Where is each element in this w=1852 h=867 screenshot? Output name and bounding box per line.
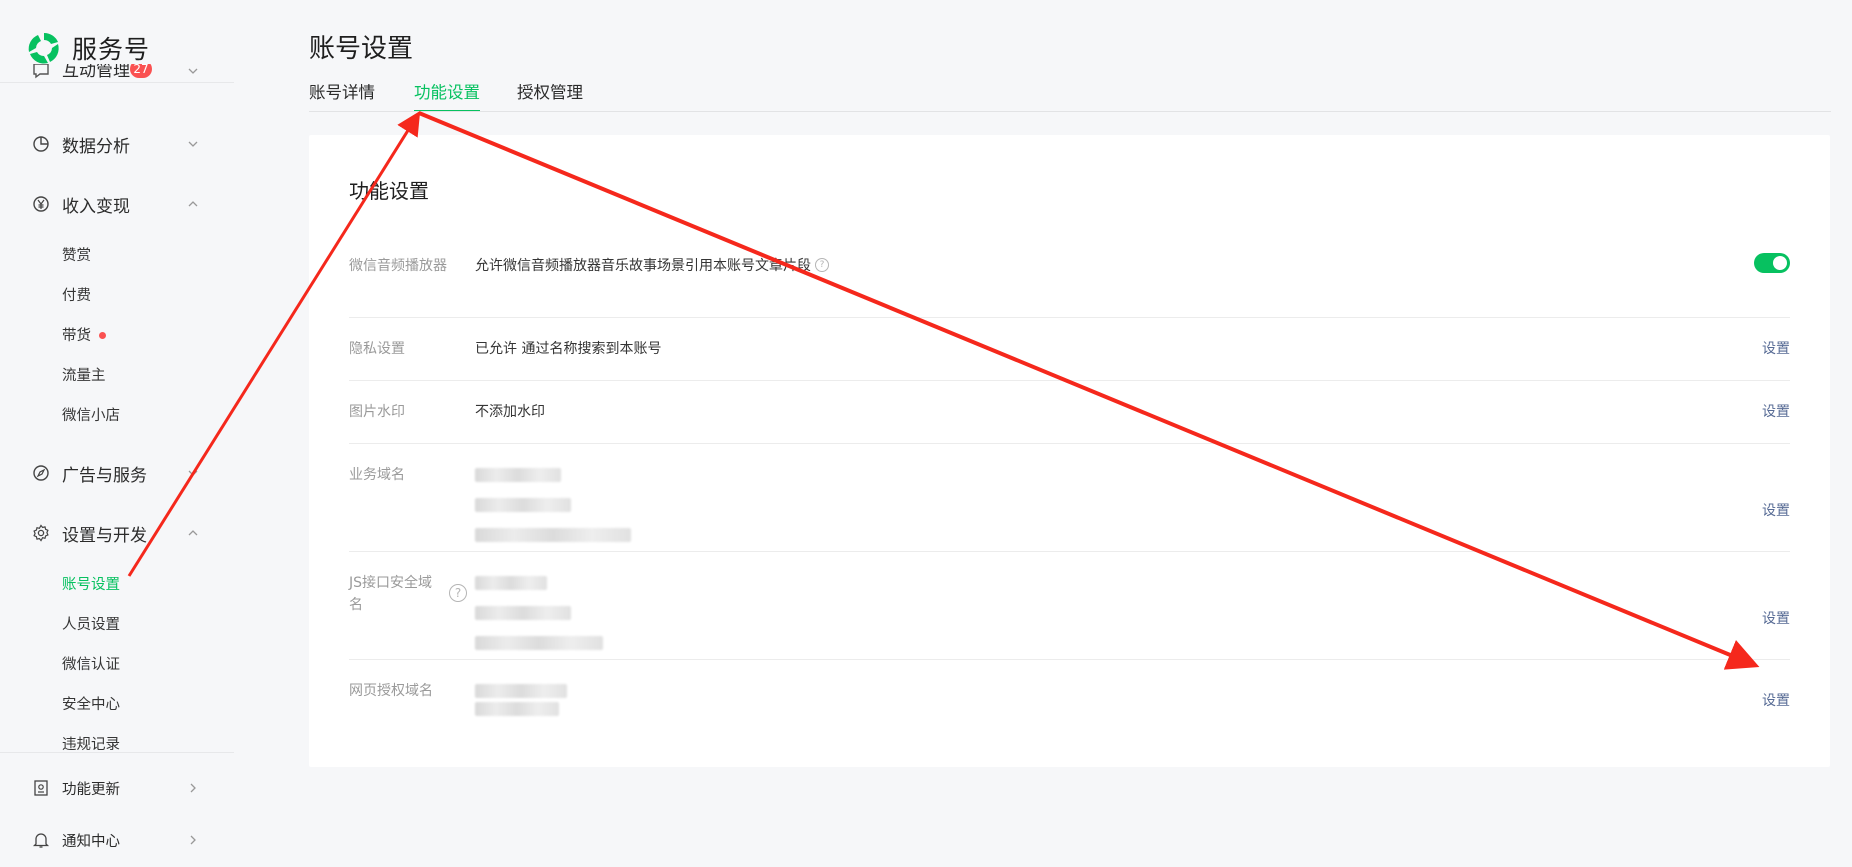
unread-badge: 27 (130, 64, 152, 78)
setting-row-privacy: 隐私设置 已允许 通过名称搜索到本账号 设置 (349, 318, 1790, 381)
tab-feature-settings[interactable]: 功能设置 (414, 82, 480, 112)
setting-value: 不添加水印 (475, 404, 545, 420)
sidebar-item-member-settings[interactable]: 人员设置 (62, 613, 120, 637)
setting-label: 业务域名 (349, 467, 405, 483)
privacy-settings-link[interactable]: 设置 (1762, 338, 1790, 360)
setting-label: JS接口安全域名 (349, 575, 433, 613)
brand[interactable]: 服务号 (26, 28, 150, 68)
redacted-domain (475, 606, 571, 620)
sidebar-item-appreciation[interactable]: 赞赏 (62, 244, 91, 268)
sidebar-group-monetization[interactable]: 收入变现 (0, 184, 234, 224)
chevron-down-icon (188, 470, 198, 476)
setting-row-js-safe-domain: JS接口安全域名 ? 设置 (349, 552, 1790, 660)
pie-chart-icon (33, 136, 49, 152)
chevron-up-icon (188, 530, 198, 536)
sidebar-group-label: 广告与服务 (62, 466, 147, 486)
sidebar-item-traffic-owner[interactable]: 流量主 (62, 364, 106, 388)
toggle-knob (1773, 256, 1787, 270)
chevron-right-icon (190, 783, 196, 793)
sidebar-group-interaction[interactable]: 互动管理 27 (0, 64, 234, 84)
setting-row-watermark: 图片水印 不添加水印 设置 (349, 381, 1790, 444)
sidebar-item-feature-updates[interactable]: 功能更新 (0, 768, 234, 808)
setting-label: 隐私设置 (349, 341, 405, 357)
sidebar-item-label: 功能更新 (62, 782, 120, 798)
setting-row-audio-player: 微信音频播放器 允许微信音频播放器音乐故事场景引用本账号文章片段? (349, 253, 1790, 318)
redacted-domain (475, 468, 561, 482)
bell-icon (32, 833, 50, 848)
brand-name: 服务号 (72, 35, 151, 64)
setting-value: 允许微信音频播放器音乐故事场景引用本账号文章片段? (475, 255, 829, 277)
divider (0, 752, 234, 753)
setting-value-text: 允许微信音频播放器音乐故事场景引用本账号文章片段 (475, 258, 811, 274)
sidebar-group-settings-dev[interactable]: 设置与开发 (0, 513, 234, 553)
redacted-domain (475, 498, 571, 512)
sidebar-group-label: 收入变现 (62, 197, 130, 217)
card-title: 功能设置 (349, 179, 429, 203)
chevron-down-icon (188, 68, 198, 74)
sidebar-item-label: 通知中心 (62, 834, 120, 850)
sidebar-group-label: 数据分析 (62, 137, 130, 157)
sidebar-item-notification-center[interactable]: 通知中心 (0, 820, 234, 860)
sidebar-item-selling[interactable]: 带货 (62, 324, 106, 348)
sidebar-group-label: 互动管理 (62, 64, 130, 81)
watermark-settings-link[interactable]: 设置 (1762, 401, 1790, 423)
yen-circle-icon (33, 196, 49, 212)
setting-value: 已允许 通过名称搜索到本账号 (475, 341, 662, 357)
sidebar-group-ads[interactable]: 广告与服务 (0, 453, 234, 493)
redacted-domain (475, 702, 559, 716)
sidebar-group-data-analysis[interactable]: 数据分析 (0, 124, 234, 164)
js-safe-domain-settings-link[interactable]: 设置 (1762, 608, 1790, 630)
redacted-domain (475, 576, 547, 590)
redacted-domain (475, 636, 603, 650)
chevron-up-icon (188, 201, 198, 207)
brand-logo-icon (28, 32, 59, 64)
tab-underline-divider (309, 111, 1831, 112)
sidebar-item-security-center[interactable]: 安全中心 (62, 693, 120, 717)
sidebar-item-wechat-verification[interactable]: 微信认证 (62, 653, 120, 677)
sidebar-item-account-settings[interactable]: 账号设置 (62, 573, 120, 597)
page-title: 账号设置 (309, 34, 414, 64)
sidebar-item-label: 带货 (62, 328, 91, 344)
feature-settings-card: 功能设置 微信音频播放器 允许微信音频播放器音乐故事场景引用本账号文章片段? 隐… (309, 135, 1830, 767)
sidebar-item-paid[interactable]: 付费 (62, 284, 91, 308)
setting-label: 微信音频播放器 (349, 258, 447, 274)
setting-row-web-auth-domain: 网页授权域名 设置 (349, 660, 1790, 740)
redacted-domain (475, 528, 631, 542)
sidebar-group-label: 设置与开发 (62, 526, 147, 546)
update-icon (34, 780, 48, 796)
chevron-right-icon (190, 835, 196, 845)
gear-icon (33, 524, 49, 542)
tab-authorization-management[interactable]: 授权管理 (517, 82, 583, 112)
redacted-domain (475, 684, 567, 698)
audio-player-toggle[interactable] (1754, 253, 1790, 273)
setting-label: 图片水印 (349, 404, 405, 420)
setting-row-business-domain: 业务域名 设置 (349, 444, 1790, 552)
business-domain-settings-link[interactable]: 设置 (1762, 500, 1790, 522)
chat-icon (33, 64, 49, 79)
setting-label: 网页授权域名 (349, 683, 433, 699)
divider (0, 82, 234, 83)
help-icon[interactable]: ? (449, 584, 467, 602)
chevron-down-icon (188, 141, 198, 147)
tab-account-details[interactable]: 账号详情 (309, 82, 375, 112)
compass-icon (33, 465, 49, 481)
sidebar-item-violation-records[interactable]: 违规记录 (62, 733, 120, 757)
web-auth-domain-settings-link[interactable]: 设置 (1762, 690, 1790, 712)
help-icon[interactable]: ? (815, 258, 829, 272)
sidebar-item-wechat-shop[interactable]: 微信小店 (62, 404, 120, 428)
sidebar: 服务号 互动管理 27 数据分析 收入变现 赞赏 付费 带货 流量主 微信小店 … (0, 0, 234, 867)
new-dot (99, 331, 106, 339)
